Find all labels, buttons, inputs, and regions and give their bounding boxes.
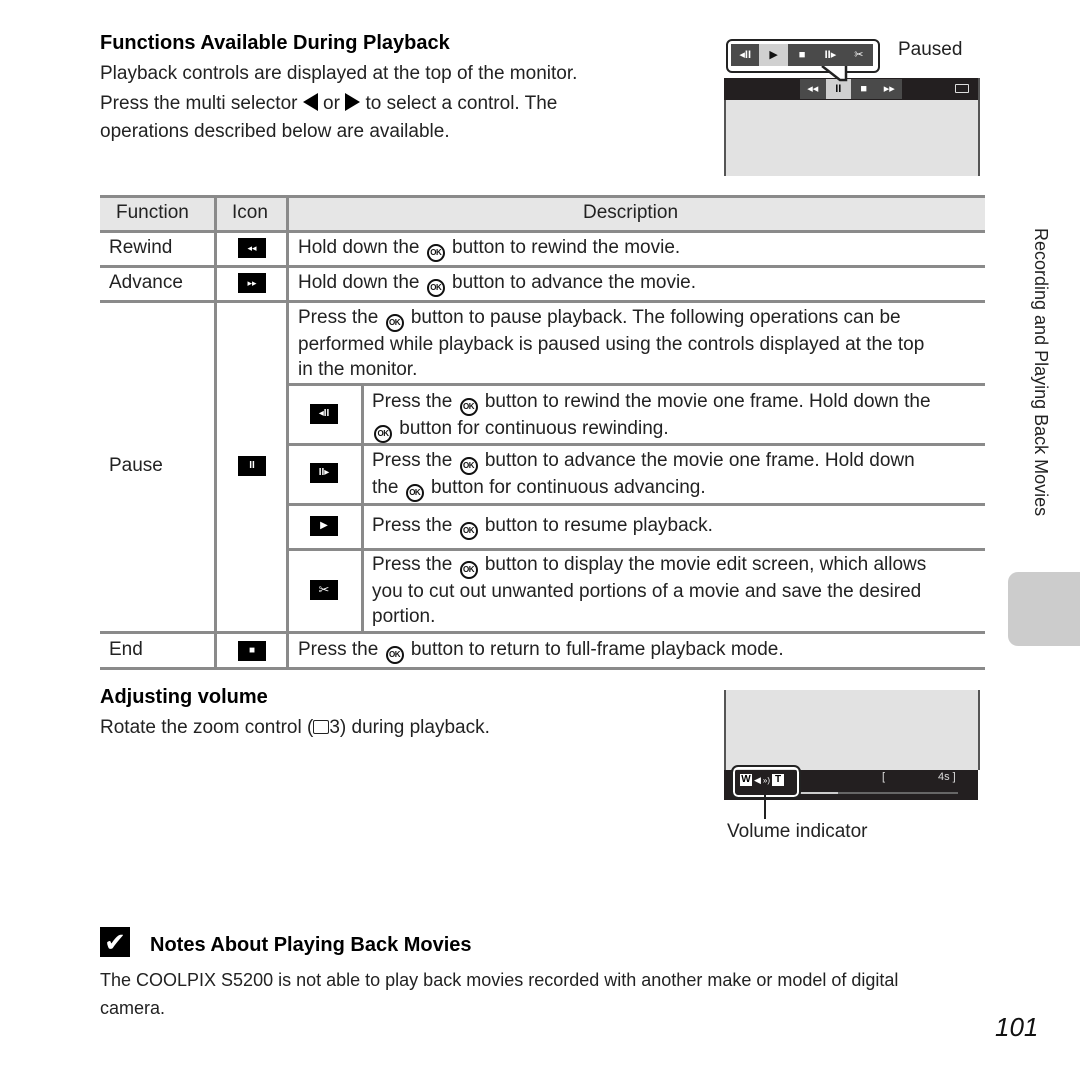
volume-text: Rotate the zoom control (3) during playb… — [100, 717, 490, 738]
advance-icon: ▸▸ — [238, 273, 266, 293]
ok-button-icon: OK — [459, 522, 478, 540]
multi-selector-right-icon — [345, 93, 361, 111]
ok-button-icon: OK — [385, 314, 404, 332]
scissors-icon: ✂ — [310, 580, 338, 600]
time-open-bracket: [ — [882, 771, 886, 783]
header-icon: Icon — [232, 202, 268, 223]
frame-rewind-icon: ◂II — [310, 404, 338, 424]
rewind-icon[interactable]: ◂◂ — [800, 79, 826, 99]
desc-end: Press the OK button to return to full-fr… — [298, 637, 784, 664]
ok-button-icon: OK — [459, 398, 478, 416]
play-icon: ▶ — [310, 516, 338, 536]
notes-title: Notes About Playing Back Movies — [150, 934, 472, 956]
desc-pause: Press the OK button to pause playback. T… — [298, 307, 925, 380]
page-number: 101 — [995, 1012, 1039, 1042]
ok-button-icon: OK — [426, 279, 445, 297]
section-title: Functions Available During Playback — [100, 32, 450, 54]
intro-text: Press the multi selector — [100, 93, 298, 114]
scissors-icon[interactable]: ✂ — [845, 44, 873, 66]
ok-button-icon: OK — [374, 425, 392, 443]
desc-frame-rewind: Press the OK button to rewind the movie … — [372, 389, 931, 443]
desc-advance: Hold down the OK button to advance the m… — [298, 270, 696, 297]
desc-edit: Press the OK button to display the movie… — [372, 554, 927, 627]
frame-advance-icon[interactable]: II▸ — [816, 44, 844, 66]
volume-indicator-label: Volume indicator — [727, 821, 868, 842]
time-remaining: 4s ] — [938, 771, 956, 783]
frame-rewind-icon[interactable]: ◂II — [731, 44, 759, 66]
ok-button-icon: OK — [426, 244, 445, 262]
ok-button-icon: OK — [459, 561, 478, 579]
book-icon — [313, 720, 330, 734]
intro-text: to select a control. The — [365, 93, 558, 114]
functions-table: Function Icon Description Rewind ◂◂ Hold… — [100, 195, 985, 671]
chapter-side-label: Recording and Playing Back Movies — [1031, 228, 1051, 517]
stop-icon[interactable]: ■ — [788, 44, 816, 66]
ok-button-icon: OK — [459, 457, 478, 475]
notes-line-1: The COOLPIX S5200 is not able to play ba… — [100, 970, 899, 990]
callout-line — [764, 795, 766, 819]
chapter-tab — [1008, 572, 1080, 646]
desc-rewind: Hold down the OK button to rewind the mo… — [298, 235, 680, 262]
pause-icon[interactable]: II — [825, 79, 851, 99]
multi-selector-left-icon — [302, 93, 318, 111]
function-pause: Pause — [109, 455, 163, 476]
function-advance: Advance — [109, 272, 183, 293]
desc-frame-advance: Press the OK button to advance the movie… — [372, 448, 915, 502]
monitor-screen — [724, 690, 980, 770]
ok-button-icon: OK — [405, 484, 424, 502]
battery-icon — [955, 84, 969, 93]
stop-icon: ■ — [238, 641, 266, 661]
intro-line-3: operations described below are available… — [100, 121, 450, 142]
intro-line-1: Playback controls are displayed at the t… — [100, 63, 578, 84]
header-description: Description — [583, 202, 679, 223]
progress-track — [798, 792, 958, 794]
volume-callout-box — [731, 765, 801, 799]
rewind-icon: ◂◂ — [238, 238, 266, 258]
frame-advance-icon: II▸ — [310, 463, 338, 483]
function-end: End — [109, 639, 143, 660]
intro-or: or — [323, 93, 340, 114]
pause-icon: II — [238, 456, 266, 476]
check-icon: ✔ — [100, 927, 130, 957]
intro-line-2: Press the multi selector or to select a … — [100, 90, 557, 118]
progress-fill — [798, 792, 838, 794]
callout-pointer — [821, 66, 848, 82]
advance-icon[interactable]: ▸▸ — [877, 79, 903, 99]
stop-icon[interactable]: ■ — [851, 79, 877, 99]
volume-title: Adjusting volume — [100, 686, 268, 708]
play-icon[interactable]: ▶ — [759, 44, 788, 66]
notes-line-2: camera. — [100, 998, 166, 1018]
ok-button-icon: OK — [385, 646, 404, 664]
function-rewind: Rewind — [109, 237, 173, 258]
paused-controls: ◂II ▶ ■ II▸ ✂ — [731, 44, 873, 66]
playback-controls: ◂◂ II ■ ▸▸ — [800, 79, 902, 99]
desc-resume: Press the OK button to resume playback. — [372, 513, 713, 540]
header-function: Function — [116, 202, 189, 223]
paused-label: Paused — [898, 39, 963, 60]
